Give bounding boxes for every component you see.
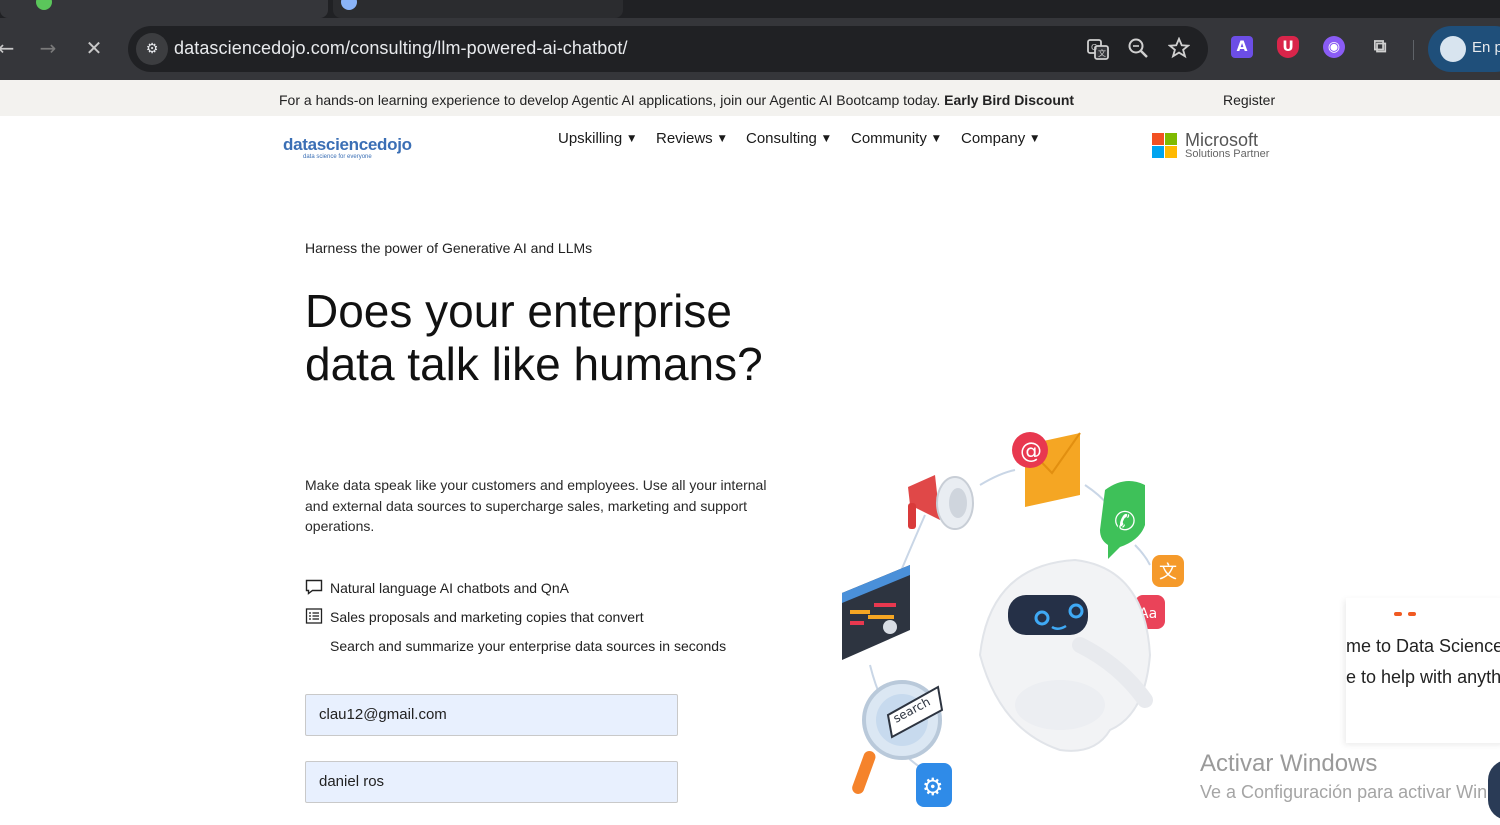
partner-subtitle: Solutions Partner bbox=[1185, 148, 1270, 160]
nav-label: Reviews bbox=[656, 130, 713, 147]
translate-icon[interactable]: G文 bbox=[1086, 37, 1110, 66]
chat-launcher-button[interactable] bbox=[1488, 760, 1500, 820]
bookmark-star-icon[interactable] bbox=[1167, 36, 1191, 64]
svg-text:⚙: ⚙ bbox=[922, 773, 944, 801]
code-window-icon bbox=[842, 565, 910, 660]
register-link[interactable]: Register bbox=[1223, 92, 1275, 108]
feature-text: Sales proposals and marketing copies tha… bbox=[330, 609, 644, 625]
svg-text:✆: ✆ bbox=[1114, 507, 1136, 537]
logo-tagline: data science for everyone bbox=[303, 154, 372, 160]
nav-label: Consulting bbox=[746, 130, 817, 147]
email-envelope-icon: @ bbox=[1012, 432, 1081, 507]
chevron-down-icon: ▼ bbox=[822, 134, 830, 144]
extensions-puzzle-icon[interactable]: ⧉ bbox=[1369, 36, 1391, 58]
stop-loading-button[interactable]: ✕ bbox=[80, 34, 108, 62]
browser-toolbar: ← → ✕ ⚙ datasciencedojo.com/consulting/l… bbox=[0, 18, 1500, 80]
windows-activation-subtitle: Ve a Configuración para activar Win bbox=[1200, 782, 1488, 802]
feature-text: Search and summarize your enterprise dat… bbox=[330, 638, 727, 654]
tab-favicon-icon bbox=[341, 0, 357, 10]
robot-icon bbox=[978, 558, 1153, 752]
browser-tab-2[interactable] bbox=[333, 0, 623, 18]
feature-item: Search and summarize your enterprise dat… bbox=[305, 638, 726, 655]
email-field[interactable]: clau12@gmail.com bbox=[305, 694, 678, 736]
hero-kicker: Harness the power of Generative AI and L… bbox=[305, 240, 593, 256]
svg-text:G: G bbox=[1091, 43, 1097, 52]
chat-typing-dots-icon bbox=[1394, 612, 1416, 616]
search-blank-icon bbox=[305, 637, 323, 653]
profile-label: En p bbox=[1472, 39, 1500, 56]
chat-message-line: e to help with anyth bbox=[1346, 667, 1500, 687]
extension-a-icon[interactable]: A bbox=[1231, 36, 1253, 58]
address-bar[interactable]: ⚙ datasciencedojo.com/consulting/llm-pow… bbox=[128, 26, 1208, 72]
chat-bubble-icon bbox=[305, 579, 323, 596]
browser-tab-1[interactable] bbox=[0, 0, 328, 18]
profile-button[interactable]: En p bbox=[1428, 26, 1500, 72]
nav-reviews[interactable]: Reviews ▼ bbox=[656, 130, 726, 147]
site-info-icon[interactable]: ⚙ bbox=[136, 33, 168, 65]
page-title: Does your enterprise data talk like huma… bbox=[305, 285, 763, 390]
nav-community[interactable]: Community ▼ bbox=[851, 130, 940, 147]
hero-description: Make data speak like your customers and … bbox=[305, 477, 767, 534]
chevron-down-icon: ▼ bbox=[932, 134, 940, 144]
svg-text:文: 文 bbox=[1159, 562, 1177, 583]
megaphone-icon bbox=[908, 475, 974, 530]
nav-label: Upskilling bbox=[558, 130, 623, 147]
avatar bbox=[1440, 36, 1466, 62]
early-bird-link[interactable]: Early Bird Discount bbox=[944, 92, 1074, 108]
announcement-text: For a hands-on learning experience to de… bbox=[279, 92, 1074, 108]
nav-label: Community bbox=[851, 130, 927, 147]
microsoft-logo-icon bbox=[1152, 133, 1178, 159]
feature-item: Sales proposals and marketing copies tha… bbox=[305, 608, 644, 626]
list-document-icon bbox=[305, 608, 323, 624]
ublock-shield-icon[interactable]: U bbox=[1277, 36, 1299, 58]
feature-text: Natural language AI chatbots and QnA bbox=[330, 580, 569, 596]
svg-text:文: 文 bbox=[1098, 48, 1106, 58]
back-button[interactable]: ← bbox=[0, 34, 20, 62]
announcement-message: For a hands-on learning experience to de… bbox=[279, 92, 941, 108]
ai-robot-illustration: @ ✆ 文 Aa search ⚙ bbox=[830, 415, 1200, 820]
nav-company[interactable]: Company ▼ bbox=[961, 130, 1038, 147]
url-text[interactable]: datasciencedojo.com/consulting/llm-power… bbox=[174, 38, 628, 59]
windows-activation-title: Activar Windows bbox=[1200, 750, 1378, 777]
zoom-icon[interactable] bbox=[1127, 37, 1149, 64]
nav-label: Company bbox=[961, 130, 1026, 147]
forward-button[interactable]: → bbox=[34, 34, 62, 62]
extension-eye-icon[interactable]: ◉ bbox=[1323, 36, 1345, 58]
chevron-down-icon: ▼ bbox=[718, 134, 726, 144]
tab-favicon-icon bbox=[36, 0, 52, 10]
gear-icon: ⚙ bbox=[916, 763, 952, 807]
announcement-bar: For a hands-on learning experience to de… bbox=[0, 80, 1500, 116]
toolbar-divider bbox=[1413, 40, 1414, 60]
chevron-down-icon: ▼ bbox=[628, 134, 636, 144]
chat-message-line: me to Data Science bbox=[1346, 636, 1500, 656]
site-logo[interactable]: datasciencedojo data science for everyon… bbox=[283, 132, 418, 164]
chevron-down-icon: ▼ bbox=[1031, 134, 1039, 144]
logo-wordmark: datasciencedojo bbox=[283, 135, 412, 154]
chat-widget-popup[interactable]: me to Data Science e to help with anyth bbox=[1346, 598, 1500, 743]
nav-consulting[interactable]: Consulting ▼ bbox=[746, 130, 830, 147]
nav-upskilling[interactable]: Upskilling ▼ bbox=[558, 130, 635, 147]
name-field[interactable]: daniel ros bbox=[305, 761, 678, 803]
svg-text:@: @ bbox=[1020, 439, 1042, 464]
feature-item: Natural language AI chatbots and QnA bbox=[305, 580, 569, 597]
browser-tab-strip bbox=[0, 0, 1500, 18]
